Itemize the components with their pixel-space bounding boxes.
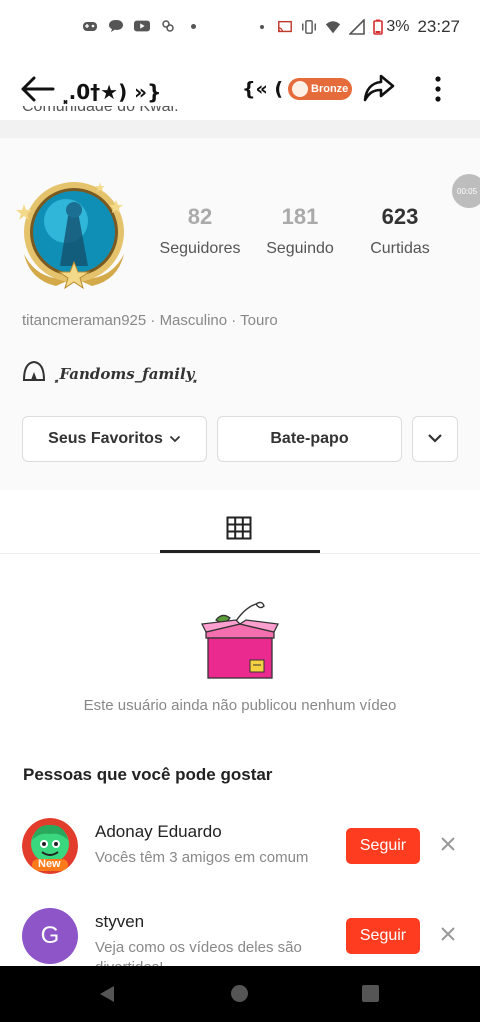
nav-back-icon[interactable] — [98, 985, 116, 1003]
new-badge: New — [38, 858, 61, 870]
status-bar: 3% 23:27 — [0, 0, 480, 56]
profile-stats: 82 Seguidores 181 Seguindo 623 Curtidas — [150, 204, 450, 258]
close-icon[interactable] — [440, 926, 456, 942]
battery-low-icon — [373, 19, 384, 35]
followers-count: 82 — [187, 204, 213, 229]
more-options-icon[interactable] — [428, 74, 448, 104]
gamepad-icon — [82, 18, 98, 34]
empty-box-icon — [200, 598, 280, 684]
chat-bubble-icon — [108, 18, 124, 34]
youtube-icon — [134, 18, 150, 34]
profile-avatar[interactable] — [16, 176, 132, 294]
followers-label: Seguidores — [159, 240, 241, 257]
chat-button[interactable]: Bate-papo — [217, 416, 402, 462]
profile-actions: Seus Favoritos Bate-papo — [22, 416, 458, 462]
person-name: Adonay Eduardo — [95, 822, 222, 841]
expand-button[interactable] — [412, 416, 458, 462]
following-label: Seguindo — [266, 240, 334, 257]
grid-icon[interactable] — [226, 516, 252, 540]
profile-info-line: titancmeraman925 · Masculino · Touro — [22, 312, 278, 329]
chevron-down-icon — [169, 430, 181, 448]
screen-record-bubble[interactable]: 00:05 — [452, 174, 480, 208]
empty-state-text: Este usuário ainda não publicou nenhum v… — [83, 697, 397, 714]
clock: 23:27 — [417, 17, 460, 36]
signal-icon — [349, 19, 366, 35]
chevron-down-icon — [427, 430, 443, 448]
family-tent-icon — [22, 360, 46, 387]
person-name: styven — [95, 912, 145, 931]
system-nav-bar — [0, 966, 480, 1022]
content-tabs — [0, 500, 480, 554]
badge-icon — [292, 81, 308, 97]
person-avatar[interactable]: New — [22, 818, 78, 874]
nav-home-icon[interactable] — [231, 985, 248, 1002]
wifi-icon — [325, 19, 341, 35]
back-arrow-icon[interactable] — [20, 74, 56, 104]
family-row[interactable]: ⸼Fandoms_family⸼ — [22, 360, 198, 387]
person-avatar[interactable]: G — [22, 908, 78, 964]
suggestions-title: Pessoas que você pode gostar — [23, 765, 273, 784]
favorites-label: Seus Favoritos — [48, 430, 163, 447]
likes-stat[interactable]: 623 Curtidas — [350, 204, 450, 258]
follow-button[interactable]: Seguir — [346, 918, 420, 954]
close-icon[interactable] — [440, 836, 456, 852]
followers-stat[interactable]: 82 Seguidores — [150, 204, 250, 258]
suggested-person[interactable]: New Adonay Eduardo Vocês têm 3 amigos em… — [0, 818, 480, 888]
bronze-badge[interactable]: Bronze — [288, 78, 352, 100]
status-dot — [260, 25, 265, 29]
following-count: 181 — [281, 204, 319, 229]
active-tab-indicator — [160, 550, 320, 553]
favorites-button[interactable]: Seus Favoritos — [22, 416, 207, 462]
badge-label: Bronze — [311, 83, 349, 95]
profile-name-decoration: {« ( — [242, 78, 284, 100]
likes-count: 623 — [381, 204, 419, 229]
following-stat[interactable]: 181 Seguindo — [250, 204, 350, 258]
more-notifications-dot — [191, 23, 196, 29]
app-notification-icon — [160, 18, 176, 34]
likes-label: Curtidas — [370, 240, 430, 257]
cast-icon — [277, 19, 293, 35]
profile-name: ⸼.0†★) »} — [64, 80, 162, 104]
battery-percent: 3% — [386, 18, 410, 35]
vibrate-icon — [301, 19, 317, 35]
share-icon[interactable] — [362, 72, 396, 104]
person-description: Vocês têm 3 amigos em comum — [95, 849, 309, 866]
nav-recents-icon[interactable] — [362, 985, 379, 1002]
follow-button[interactable]: Seguir — [346, 828, 420, 864]
family-name: ⸼Fandoms_family⸼ — [56, 364, 198, 383]
chat-label: Bate-papo — [270, 430, 349, 447]
